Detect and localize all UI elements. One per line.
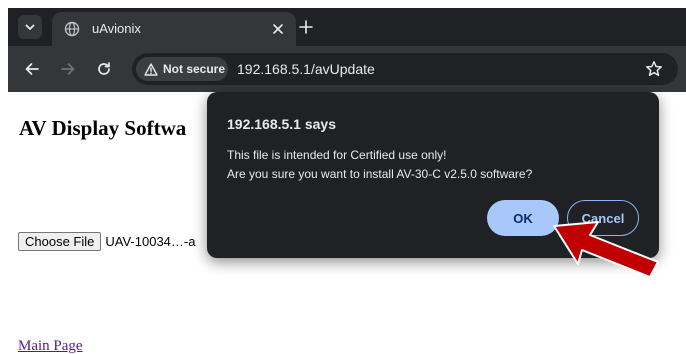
star-icon: [646, 61, 662, 77]
globe-icon: [64, 21, 80, 37]
bookmark-button[interactable]: [644, 59, 664, 79]
tab-close-button[interactable]: [270, 21, 286, 37]
selected-file-name: UAV-10034…-a: [105, 234, 196, 249]
reload-icon: [98, 62, 110, 75]
ok-button[interactable]: OK: [487, 200, 559, 236]
close-icon: [273, 24, 283, 34]
tab-strip: uAvionix: [8, 8, 686, 46]
tab-uavionix[interactable]: uAvionix: [52, 12, 296, 46]
tab-title: uAvionix: [92, 21, 141, 36]
dialog-message-line2: Are you sure you want to install AV-30-C…: [227, 167, 533, 181]
cancel-button[interactable]: Cancel: [567, 200, 639, 236]
file-picker: Choose File UAV-10034…-a: [18, 232, 195, 251]
warning-icon: [144, 62, 158, 76]
tab-search-button[interactable]: [18, 15, 42, 39]
dialog-title: 192.168.5.1 says: [227, 116, 336, 132]
arrow-right-icon: [61, 63, 75, 75]
url-text[interactable]: 192.168.5.1/avUpdate: [237, 61, 375, 77]
arrow-left-icon: [25, 63, 39, 75]
security-chip[interactable]: Not secure: [136, 57, 228, 81]
choose-file-button[interactable]: Choose File: [18, 232, 102, 251]
back-button[interactable]: [22, 59, 42, 79]
page-title: AV Display Softwa: [19, 116, 187, 140]
plus-icon: [299, 20, 313, 34]
main-page-link[interactable]: Main Page: [18, 338, 83, 354]
address-bar[interactable]: Not secure 192.168.5.1/avUpdate: [132, 53, 678, 85]
chevron-down-icon: [25, 24, 35, 30]
reload-button[interactable]: [94, 59, 114, 79]
confirm-dialog: 192.168.5.1 says This file is intended f…: [207, 92, 659, 258]
forward-button[interactable]: [58, 59, 78, 79]
security-label: Not secure: [163, 62, 226, 76]
dialog-message-line1: This file is intended for Certified use …: [227, 148, 447, 162]
browser-toolbar: Not secure 192.168.5.1/avUpdate: [8, 46, 686, 92]
new-tab-button[interactable]: [296, 17, 316, 37]
